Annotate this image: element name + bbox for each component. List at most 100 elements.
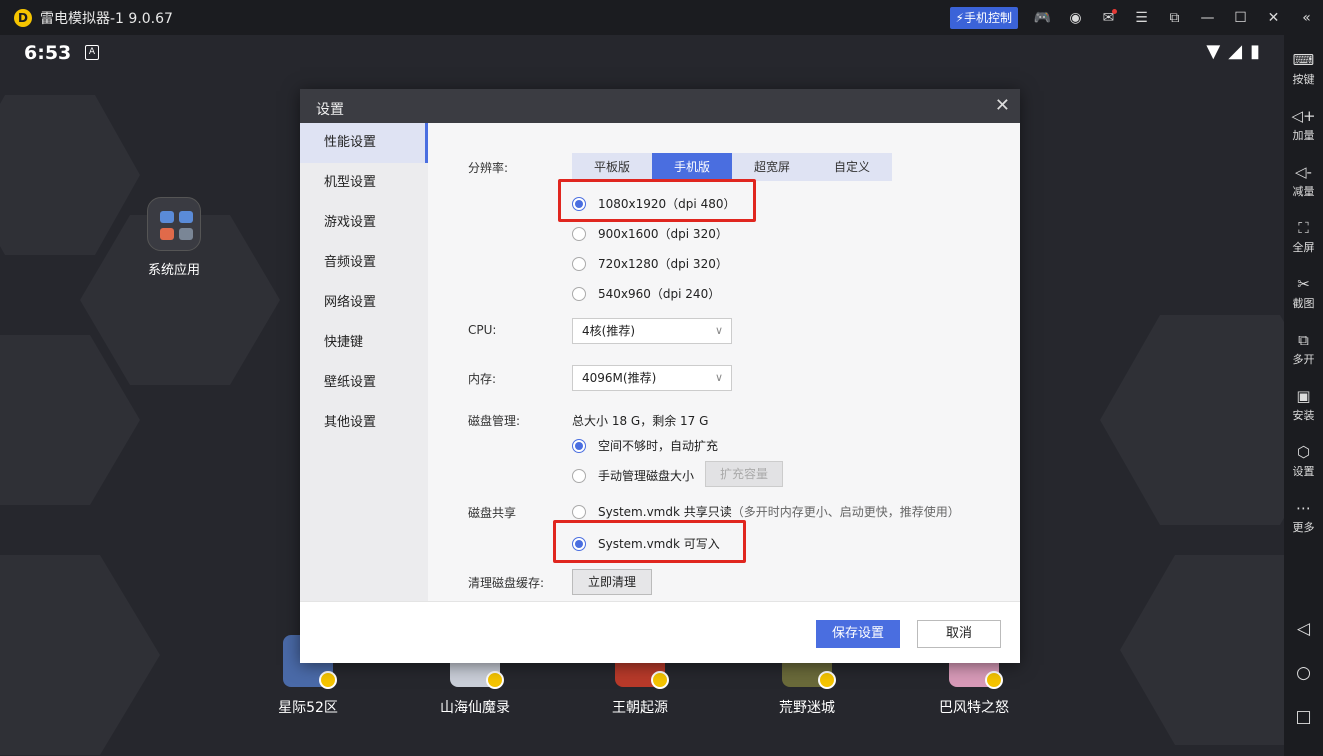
home-nav-icon[interactable]: ○ [1284, 663, 1323, 683]
radio[interactable] [572, 226, 586, 241]
screenshot-button[interactable]: ✂ 截图 [1284, 273, 1323, 311]
app-logo-icon: D [14, 8, 32, 27]
share-readonly[interactable]: System.vmdk 共享只读 （多开时内存更小、启动更快，推荐使用） [572, 503, 960, 520]
account-icon[interactable]: ◉ [1059, 0, 1092, 35]
multi-instance-button[interactable]: ⧉ 多开 [1284, 329, 1323, 367]
settings-button[interactable]: ⬡ 设置 [1284, 441, 1323, 479]
volume-up-icon: ◁+ [1291, 107, 1316, 125]
ldplayer-badge-icon [651, 671, 669, 689]
tab-custom[interactable]: 自定义 [812, 153, 892, 181]
res-option-720[interactable]: 720x1280（dpi 320） [572, 255, 728, 272]
nav-game[interactable]: 游戏设置 [300, 203, 428, 243]
pin-icon[interactable]: ⧉ [1158, 0, 1191, 35]
chevron-down-icon: ∨ [714, 371, 723, 384]
dialog-close-icon[interactable]: ✕ [995, 95, 1010, 116]
res-option-1080[interactable]: 1080x1920（dpi 480） [572, 195, 735, 212]
chevron-down-icon: ∨ [714, 324, 723, 337]
notification-dot [1112, 9, 1117, 14]
disk-manual[interactable]: 手动管理磁盘大小 [572, 467, 694, 484]
radio[interactable] [572, 468, 586, 483]
radio-selected[interactable] [572, 536, 586, 551]
res-option-540[interactable]: 540x960（dpi 240） [572, 285, 720, 302]
menu-icon[interactable]: ☰ [1125, 0, 1158, 35]
nav-performance[interactable]: 性能设置 [300, 123, 428, 163]
signal-icon: ◢ [1228, 41, 1243, 62]
keyboard-icon: ⌨ [1292, 51, 1315, 69]
minimize-icon[interactable]: — [1191, 0, 1224, 35]
cpu-select[interactable]: 4核(推荐) ∨ [572, 318, 732, 344]
title-bar: D 雷电模拟器-1 9.0.67 ⚡ 手机控制 🎮 ◉ ✉ ☰ ⧉ — ☐ ✕ « [0, 0, 1323, 35]
memory-label: 内存: [468, 372, 497, 386]
folder-icon [147, 197, 201, 251]
expand-capacity-button[interactable]: 扩充容量 [705, 461, 783, 487]
volume-down-icon: ◁- [1295, 163, 1312, 181]
clear-cache-label: 清理磁盘缓存: [468, 576, 545, 590]
resolution-label: 分辨率: [468, 161, 509, 175]
right-toolbar: ⌨ 按键 ◁+ 加量 ◁- 减量 ⛶ 全屏 ✂ 截图 ⧉ 多开 ▣ 安装 ⬡ 设置 ⋯ 更多 ◁ … [1284, 35, 1323, 756]
nav-audio[interactable]: 音频设置 [300, 243, 428, 283]
tab-ultrawide[interactable]: 超宽屏 [732, 153, 812, 181]
settings-dialog: 设置 ✕ 性能设置 机型设置 游戏设置 音频设置 网络设置 快捷键 壁纸设置 其… [300, 89, 1020, 663]
resolution-tabs: 平板版 手机版 超宽屏 自定义 [572, 153, 892, 181]
notification-a-icon: A [85, 45, 99, 60]
system-apps-folder[interactable]: 系统应用 [146, 197, 202, 278]
disk-label: 磁盘管理: [468, 414, 521, 428]
nav-shortcuts[interactable]: 快捷键 [300, 323, 428, 363]
nav-network[interactable]: 网络设置 [300, 283, 428, 323]
tab-phone[interactable]: 手机版 [652, 153, 732, 181]
clock: 6:53 [24, 42, 72, 64]
mail-icon[interactable]: ✉ [1092, 0, 1125, 35]
game-label: 巴风特之怒 [939, 700, 1009, 716]
game-label: 王朝起源 [612, 700, 668, 716]
fullscreen-button[interactable]: ⛶ 全屏 [1284, 217, 1323, 255]
lightning-icon: ⚡ [955, 10, 964, 25]
tab-tablet[interactable]: 平板版 [572, 153, 652, 181]
ldplayer-badge-icon [818, 671, 836, 689]
close-window-icon[interactable]: ✕ [1257, 0, 1290, 35]
recents-nav-icon[interactable]: □ [1284, 707, 1323, 727]
system-apps-label: 系统应用 [147, 263, 200, 278]
memory-select[interactable]: 4096M(推荐) ∨ [572, 365, 732, 391]
volume-down-button[interactable]: ◁- 减量 [1284, 161, 1323, 199]
battery-icon: ▮ [1250, 41, 1260, 62]
share-readonly-hint: （多开时内存更小、启动更快，推荐使用） [731, 505, 960, 519]
radio[interactable] [572, 504, 586, 519]
back-nav-icon[interactable]: ◁ [1284, 619, 1323, 639]
game-label: 星际52区 [278, 700, 338, 716]
maximize-icon[interactable]: ☐ [1224, 0, 1257, 35]
bg-hex [1100, 315, 1284, 525]
radio-selected[interactable] [572, 196, 586, 211]
disk-info: 总大小 18 G，剩余 17 G [572, 414, 709, 428]
scissors-icon: ✂ [1297, 275, 1310, 293]
collapse-sidebar-icon[interactable]: « [1290, 0, 1323, 35]
status-bar: 6:53 A ▼ ◢ ▮ [0, 35, 1284, 75]
nav-model[interactable]: 机型设置 [300, 163, 428, 203]
more-button[interactable]: ⋯ 更多 [1284, 497, 1323, 535]
phone-control-button[interactable]: ⚡ 手机控制 [949, 6, 1018, 29]
res-option-900[interactable]: 900x1600（dpi 320） [572, 225, 728, 242]
settings-hex-icon: ⬡ [1296, 443, 1311, 461]
clear-cache-button[interactable]: 立即清理 [572, 569, 652, 595]
radio[interactable] [572, 286, 586, 301]
bg-hex [0, 555, 160, 755]
cancel-button[interactable]: 取消 [917, 620, 1001, 648]
gamepad-icon[interactable]: 🎮 [1026, 0, 1059, 35]
settings-content: 分辨率: 平板版 手机版 超宽屏 自定义 1080x1920（dpi 480） … [428, 123, 1020, 601]
save-button[interactable]: 保存设置 [816, 620, 900, 648]
dialog-header: 设置 ✕ [300, 89, 1020, 123]
disk-auto-expand[interactable]: 空间不够时，自动扩充 [572, 437, 718, 454]
dialog-title: 设置 [316, 102, 344, 118]
volume-up-button[interactable]: ◁+ 加量 [1284, 105, 1323, 143]
share-writable[interactable]: System.vmdk 可写入 [572, 535, 720, 552]
nav-wallpaper[interactable]: 壁纸设置 [300, 363, 428, 403]
ldplayer-badge-icon [985, 671, 1003, 689]
dialog-footer: 保存设置 取消 [300, 601, 1020, 663]
disk-share-label: 磁盘共享 [468, 506, 517, 520]
keymap-button[interactable]: ⌨ 按键 [1284, 49, 1323, 87]
nav-other[interactable]: 其他设置 [300, 403, 428, 443]
cpu-label: CPU: [468, 323, 497, 337]
radio[interactable] [572, 256, 586, 271]
install-apk-button[interactable]: ▣ 安装 [1284, 385, 1323, 423]
multi-window-icon: ⧉ [1298, 331, 1309, 349]
radio-selected[interactable] [572, 438, 586, 453]
